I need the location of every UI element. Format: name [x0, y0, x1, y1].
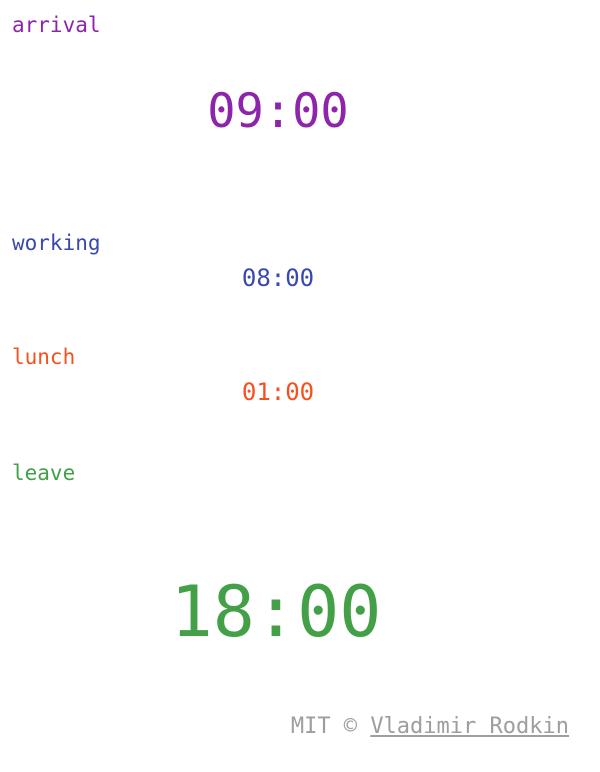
author-link[interactable]: Vladimir Rodkin [370, 714, 569, 739]
arrival-time-input[interactable]: 09:00 [0, 84, 556, 140]
working-time-input[interactable]: 08:00 [0, 263, 556, 293]
license-text: MIT © [290, 714, 358, 739]
arrival-label: arrival [12, 13, 101, 37]
leave-time-display: 18:00 [170, 571, 382, 653]
footer: MIT © Vladimir Rodkin [291, 713, 569, 741]
lunch-time-input[interactable]: 01:00 [0, 377, 556, 407]
lunch-label: lunch [12, 345, 76, 369]
working-label: working [12, 231, 101, 255]
leave-label: leave [12, 461, 76, 485]
